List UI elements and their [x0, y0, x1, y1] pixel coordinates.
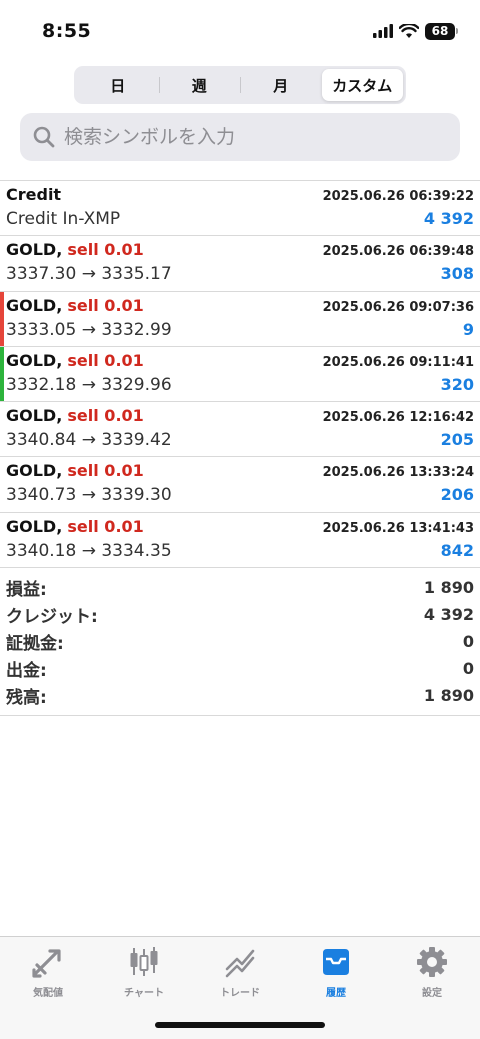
row-description: Credit In-XMP [6, 209, 121, 229]
symbol-label: Credit [6, 185, 62, 204]
row-time: 2025.06.26 06:39:22 [322, 189, 474, 204]
symbol-label: GOLD, [6, 295, 63, 315]
search-input[interactable] [64, 126, 424, 148]
row-marker-red [0, 291, 4, 346]
tab-label: チャート [124, 988, 164, 999]
row-profit: 205 [440, 430, 474, 450]
row-prices: 3340.84 → 3339.42 [6, 430, 172, 451]
row-symbol: GOLD, sell 0.01 [6, 351, 144, 370]
row-prices: 3337.30 → 3335.17 [6, 264, 172, 285]
history-row[interactable]: GOLD, sell 0.01 2025.06.26 09:11:41 3332… [0, 346, 480, 403]
summary-value: 1 890 [423, 686, 474, 705]
summary-profit-row: 損益: 1 890 [0, 574, 480, 601]
trade-action: sell 0.01 [67, 461, 144, 481]
status-bar: 8:55 68 [0, 0, 480, 60]
chart-icon [127, 945, 161, 979]
settings-icon [415, 945, 449, 979]
summary-value: 1 890 [423, 578, 474, 597]
history-row[interactable]: GOLD, sell 0.01 2025.06.26 13:33:24 3340… [0, 457, 480, 513]
row-symbol: GOLD, sell 0.01 [6, 296, 144, 315]
status-time: 8:55 [42, 20, 92, 42]
battery-tip [456, 28, 458, 34]
history-row[interactable]: Credit 2025.06.26 06:39:22 Credit In-XMP… [0, 181, 480, 237]
trade-action: sell 0.01 [67, 350, 144, 370]
segment-day[interactable]: 日 [77, 69, 159, 101]
row-symbol: GOLD, sell 0.01 [6, 406, 144, 425]
wifi-icon [399, 23, 419, 38]
summary-label: 証拠金: [6, 634, 64, 654]
summary-value: 0 [462, 659, 474, 678]
history-row[interactable]: GOLD, sell 0.01 2025.06.26 09:07:36 3333… [0, 291, 480, 347]
summary-withdrawal-row: 出金: 0 [0, 655, 480, 682]
tab-label: 履歴 [326, 988, 346, 999]
trade-action: sell 0.01 [67, 240, 144, 260]
symbol-label: GOLD, [6, 240, 63, 260]
signal-icon [373, 24, 393, 38]
trade-action: sell 0.01 [67, 406, 144, 426]
row-profit: 206 [440, 485, 474, 505]
symbol-label: GOLD, [6, 516, 63, 536]
row-time: 2025.06.26 13:41:43 [322, 520, 474, 536]
trade-action: sell 0.01 [67, 516, 144, 536]
segment-month[interactable]: 月 [240, 69, 322, 101]
history-row[interactable]: GOLD, sell 0.01 2025.06.26 06:39:48 3337… [0, 236, 480, 292]
summary-label: クレジット: [6, 607, 98, 627]
row-symbol: GOLD, sell 0.01 [6, 461, 144, 480]
summary-margin-row: 証拠金: 0 [0, 628, 480, 655]
symbol-label: GOLD, [6, 350, 63, 370]
summary-label: 残高: [6, 688, 47, 708]
row-profit: 308 [440, 264, 474, 284]
row-profit: 4 392 [423, 209, 474, 228]
quotes-icon [31, 945, 65, 979]
tab-label: 設定 [422, 988, 442, 999]
summary-label: 損益: [6, 580, 47, 600]
status-icons: 68 [373, 20, 458, 42]
symbol-label: GOLD, [6, 461, 63, 481]
row-prices: 3340.73 → 3339.30 [6, 485, 172, 506]
segment-week[interactable]: 週 [158, 69, 241, 101]
row-time: 2025.06.26 13:33:24 [322, 465, 474, 481]
row-time: 2025.06.26 09:11:41 [322, 354, 474, 370]
history-row[interactable]: GOLD, sell 0.01 2025.06.26 13:41:43 3340… [0, 513, 480, 569]
row-profit: 842 [440, 540, 474, 560]
search-bar[interactable] [20, 113, 460, 161]
row-profit: 320 [440, 374, 474, 394]
summary-value: 4 392 [423, 605, 474, 624]
summary-credit-row: クレジット: 4 392 [0, 601, 480, 628]
search-icon [33, 126, 55, 148]
segment-custom[interactable]: カスタム [321, 69, 403, 101]
row-time: 2025.06.26 06:39:48 [322, 244, 474, 260]
period-segmented-control: 日 週 月 カスタム [74, 66, 406, 104]
symbol-label: GOLD, [6, 406, 63, 426]
tab-quotes[interactable]: 気配値 [0, 937, 96, 1039]
trade-icon [223, 945, 257, 979]
history-list: Credit 2025.06.26 06:39:22 Credit In-XMP… [0, 180, 480, 569]
row-prices: 3340.18 → 3334.35 [6, 540, 172, 561]
row-symbol: GOLD, sell 0.01 [6, 240, 144, 259]
tab-label: トレード [220, 988, 260, 999]
row-time: 2025.06.26 09:07:36 [322, 299, 474, 315]
summary-label: 出金: [6, 661, 47, 681]
row-marker-green [0, 346, 4, 402]
tab-label: 気配値 [33, 988, 63, 999]
summary-value: 0 [462, 632, 474, 651]
trade-action: sell 0.01 [67, 295, 144, 315]
summary-balance-row: 残高: 1 890 [0, 682, 480, 709]
home-indicator [155, 1022, 325, 1028]
row-prices: 3332.18 → 3329.96 [6, 374, 172, 395]
row-symbol: GOLD, sell 0.01 [6, 517, 144, 536]
row-prices: 3333.05 → 3332.99 [6, 319, 172, 340]
row-time: 2025.06.26 12:16:42 [322, 410, 474, 426]
row-profit: 9 [462, 319, 474, 339]
history-icon [319, 945, 353, 979]
summary-section: 損益: 1 890 クレジット: 4 392 証拠金: 0 出金: 0 残高: … [0, 574, 480, 716]
tab-settings[interactable]: 設定 [384, 937, 480, 1039]
battery-icon: 68 [425, 22, 455, 40]
row-symbol: Credit [6, 185, 61, 204]
history-row[interactable]: GOLD, sell 0.01 2025.06.26 12:16:42 3340… [0, 402, 480, 458]
